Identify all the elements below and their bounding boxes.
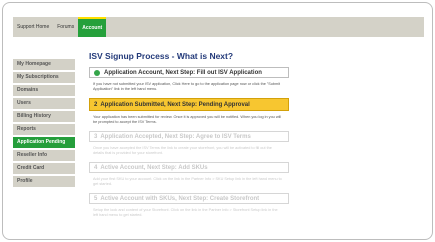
step-3-description: Once you have accepted the ISV Terms the… bbox=[93, 146, 272, 155]
sidebar-item-users[interactable]: Users bbox=[13, 98, 75, 109]
sidebar-item-domains[interactable]: Domains bbox=[13, 85, 75, 96]
step-5-label: Active Account with SKUs, Next Step: Cre… bbox=[100, 195, 260, 202]
tab-support-home[interactable]: Support Home bbox=[13, 17, 53, 37]
sidebar-item-my-subscriptions[interactable]: My Subscriptions bbox=[13, 72, 75, 83]
page-title: ISV Signup Process - What is Next? bbox=[89, 51, 234, 61]
step-1-label: Application Account, Next Step: Fill out… bbox=[104, 69, 262, 76]
step-1-header: Application Account, Next Step: Fill out… bbox=[89, 67, 289, 78]
tab-forums[interactable]: Forums bbox=[53, 17, 78, 37]
sidebar: My Homepage My Subscriptions Domains Use… bbox=[13, 59, 75, 187]
sidebar-item-credit-card[interactable]: Credit Card bbox=[13, 163, 75, 174]
step-2-description: Your application has been submitted for … bbox=[93, 115, 282, 124]
step-4-number: 4 bbox=[94, 164, 98, 171]
step-3-header: 3 Application Accepted, Next Step: Agree… bbox=[89, 131, 289, 142]
main-content: ISV Signup Process - What is Next? Appli… bbox=[89, 51, 299, 224]
step-4-description: Add your first SKU to your account. Clic… bbox=[93, 177, 282, 186]
step-2-label: Application Submitted, Next Step: Pendin… bbox=[100, 101, 250, 108]
step-3-label: Application Accepted, Next Step: Agree t… bbox=[100, 133, 251, 140]
page-frame: Support Home Forums Account My Homepage … bbox=[2, 2, 433, 240]
sidebar-item-reseller-info[interactable]: Reseller Info bbox=[13, 150, 75, 161]
step-5-description: Setup the look and content of your Store… bbox=[93, 208, 278, 217]
step-5-header: 5 Active Account with SKUs, Next Step: C… bbox=[89, 193, 289, 204]
step-5-number: 5 bbox=[94, 195, 98, 202]
sidebar-item-reports[interactable]: Reports bbox=[13, 124, 75, 135]
step-4-header: 4 Active Account, Next Step: Add SKUs bbox=[89, 162, 289, 173]
step-3-number: 3 bbox=[94, 133, 98, 140]
tab-account[interactable]: Account bbox=[78, 17, 107, 37]
step-1-description: If you have not submitted your ISV appli… bbox=[93, 82, 281, 91]
step-2-number: 2 bbox=[94, 101, 98, 108]
step-4-label: Active Account, Next Step: Add SKUs bbox=[100, 164, 208, 171]
check-icon bbox=[94, 69, 100, 76]
sidebar-item-application-pending[interactable]: Application Pending bbox=[13, 137, 75, 148]
sidebar-item-profile[interactable]: Profile bbox=[13, 176, 75, 187]
step-2-header: 2 Application Submitted, Next Step: Pend… bbox=[89, 98, 289, 111]
sidebar-item-billing-history[interactable]: Billing History bbox=[13, 111, 75, 122]
sidebar-item-my-homepage[interactable]: My Homepage bbox=[13, 59, 75, 70]
top-nav: Support Home Forums Account bbox=[13, 17, 424, 37]
